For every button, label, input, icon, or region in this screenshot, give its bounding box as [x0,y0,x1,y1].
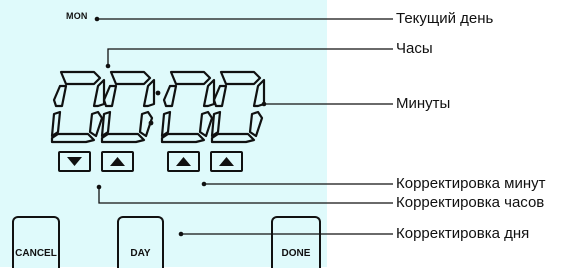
day-button[interactable]: DAY [117,216,164,268]
label-current-day: Текущий день [396,10,494,27]
minutes-tens-digit [160,70,216,144]
minutes-up-button-2[interactable] [210,151,243,172]
hours-down-button[interactable] [58,151,91,172]
hours-tens-digit [50,70,106,144]
up-triangle-icon [110,157,125,166]
label-adjust-day: Корректировка дня [396,225,530,242]
cancel-button[interactable]: CANCEL [12,216,60,268]
label-hours: Часы [396,40,433,57]
minutes-up-button-1[interactable] [167,151,200,172]
hours-ones-digit [100,70,156,144]
label-adjust-hours: Корректировка часов [396,194,545,211]
hours-up-button[interactable] [101,151,134,172]
label-adjust-minutes: Корректировка минут [396,175,546,192]
day-button-label: DAY [130,248,151,259]
minutes-ones-digit [210,70,266,144]
done-button-label: DONE [281,248,311,259]
clock-time-display [50,70,266,144]
up-triangle-icon [219,157,234,166]
down-triangle-icon [67,157,82,166]
done-button[interactable]: DONE [271,216,321,268]
label-minutes: Минуты [396,95,451,112]
up-triangle-icon [176,157,191,166]
cancel-button-label: CANCEL [15,248,57,259]
